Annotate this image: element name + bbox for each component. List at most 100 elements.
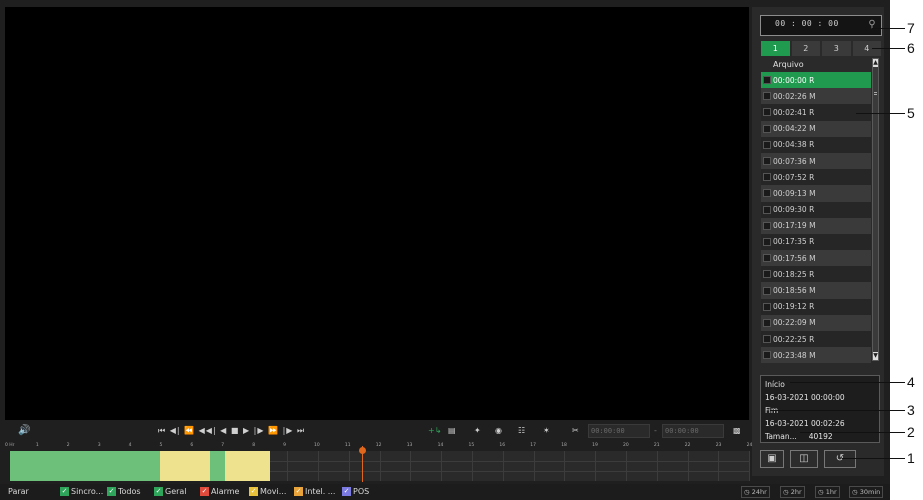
snapshot-list-icon[interactable]: ▤: [448, 424, 456, 438]
ruler-tick-label: 17: [530, 443, 537, 448]
file-list-item[interactable]: 00:02:41 R: [761, 104, 871, 121]
ruler-tick-label: 22: [684, 443, 691, 448]
file-checkbox[interactable]: [763, 205, 771, 214]
file-checkbox[interactable]: [763, 189, 771, 198]
check-icon[interactable]: ✓: [154, 487, 163, 496]
scroll-up-icon[interactable]: ▲: [873, 59, 878, 67]
smart-search-icon[interactable]: ☷: [518, 424, 525, 438]
callout-number: 2: [907, 424, 915, 440]
check-icon[interactable]: ✓: [342, 487, 351, 496]
clip-start-time[interactable]: 00:00:00: [588, 424, 650, 438]
timeline-gridline: [564, 451, 566, 481]
file-checkbox[interactable]: [763, 318, 771, 327]
legend-filter[interactable]: ✓ Movi...: [249, 486, 286, 497]
recording-segment: [10, 451, 160, 481]
zoom-button[interactable]: ◷ 1hr: [815, 486, 840, 498]
scroll-down-icon[interactable]: ▼: [873, 352, 878, 360]
back-button[interactable]: ↺: [824, 450, 856, 468]
zoom-button[interactable]: ◷ 30min: [849, 486, 884, 498]
legend-filter[interactable]: ✓ POS: [342, 486, 369, 497]
file-checkbox[interactable]: [763, 237, 771, 246]
file-list-item[interactable]: 00:07:36 M: [761, 152, 871, 170]
stop-label[interactable]: Parar: [8, 486, 29, 497]
file-checkbox[interactable]: [763, 335, 771, 344]
zoom-button[interactable]: ◷ 24hr: [741, 486, 770, 498]
file-list-item[interactable]: 00:09:13 M: [761, 185, 871, 202]
legend-filter[interactable]: ✓ Todos: [107, 486, 141, 497]
file-list-item[interactable]: 00:18:25 R: [761, 266, 871, 283]
legend-filter[interactable]: ✓ Sincro...: [60, 486, 103, 497]
tab-3[interactable]: 3: [822, 41, 851, 56]
callout-line: [872, 28, 905, 29]
file-list-item[interactable]: 00:19:12 R: [761, 298, 871, 315]
clip-end-time[interactable]: 00:00:00: [662, 424, 724, 438]
check-icon[interactable]: ✓: [107, 487, 116, 496]
legend-filter-label: Todos: [118, 487, 141, 496]
backup-icon: ◫: [799, 453, 809, 464]
file-list-item[interactable]: 00:18:56 M: [761, 282, 871, 299]
file-list-item[interactable]: 00:17:35 R: [761, 233, 871, 251]
file-list-item[interactable]: 00:22:09 M: [761, 314, 871, 331]
timeline-cursor-handle[interactable]: [359, 447, 366, 454]
file-list-item[interactable]: 00:04:22 M: [761, 120, 871, 137]
backup-button[interactable]: ◫: [790, 450, 818, 468]
tab-1[interactable]: 1: [761, 41, 790, 56]
camera-icon[interactable]: ◉: [495, 424, 502, 438]
ruler-tick-label: 18: [561, 443, 567, 448]
video-viewport[interactable]: [5, 7, 749, 420]
file-checkbox[interactable]: [763, 286, 771, 295]
file-checkbox[interactable]: [763, 76, 771, 85]
timeline-gridline: [749, 451, 751, 481]
file-time-label: 00:23:48 M: [773, 350, 816, 360]
file-checkbox[interactable]: [763, 157, 771, 166]
cut-icon[interactable]: ✂: [572, 424, 579, 438]
check-icon[interactable]: ✓: [200, 487, 209, 496]
file-time-label: 00:17:19 M: [773, 221, 816, 231]
search-icon[interactable]: ⚲: [866, 19, 878, 31]
file-list[interactable]: 00:00:00 R 00:02:26 M 00:02:41 R 00:04:22 M…: [761, 72, 871, 364]
file-checkbox[interactable]: [763, 270, 771, 279]
file-list-item[interactable]: 00:22:25 R: [761, 331, 871, 348]
file-list-item[interactable]: 00:00:00 R: [761, 72, 871, 89]
zoom-button[interactable]: ◷ 2hr: [780, 486, 805, 498]
file-checkbox[interactable]: [763, 254, 771, 263]
file-list-item[interactable]: 00:17:56 M: [761, 250, 871, 267]
tag-icon[interactable]: ✦: [474, 424, 481, 438]
timeline[interactable]: [10, 451, 751, 481]
time-search-field[interactable]: 00 : 00 : 00 ⚲: [760, 15, 882, 36]
save-icon[interactable]: ▩: [733, 424, 741, 438]
callout-number: 7: [907, 20, 915, 36]
file-list-item[interactable]: 00:04:38 R: [761, 136, 871, 153]
file-list-item[interactable]: 00:23:48 M: [761, 347, 871, 364]
scroll-grip[interactable]: [874, 92, 877, 95]
file-checkbox[interactable]: [763, 92, 771, 101]
file-checkbox[interactable]: [763, 173, 771, 182]
legend-filter-label: Movi...: [260, 487, 287, 496]
file-checkbox[interactable]: [763, 302, 771, 311]
legend-filter[interactable]: ✓ Intel. ...: [294, 486, 335, 497]
check-icon[interactable]: ✓: [294, 487, 303, 496]
file-list-item[interactable]: 00:02:26 M: [761, 88, 871, 105]
file-checkbox[interactable]: [763, 221, 771, 230]
file-list-item[interactable]: 00:07:52 R: [761, 169, 871, 186]
ruler-tick-label: 2: [66, 443, 70, 448]
file-list-item[interactable]: 00:17:19 M: [761, 217, 871, 234]
file-checkbox[interactable]: [763, 108, 771, 117]
time-search-value[interactable]: 00 : 00 : 00: [775, 19, 839, 28]
legend-filter[interactable]: ✓ Alarme: [200, 486, 239, 497]
file-checkbox[interactable]: [763, 124, 771, 133]
legend-filter[interactable]: ✓ Geral: [154, 486, 187, 497]
file-list-scrollbar[interactable]: ▲ ▼: [872, 58, 879, 361]
volume-icon[interactable]: 🔊: [18, 424, 30, 438]
file-time-label: 00:02:26 M: [773, 91, 816, 101]
lock-button[interactable]: ▣: [760, 450, 784, 468]
tab-2[interactable]: 2: [791, 41, 820, 56]
file-list-item[interactable]: 00:09:30 R: [761, 201, 871, 218]
playback-buttons[interactable]: ⏮ ◀| ⏪ ◀◀| ◀ ■ ▶ |▶ ⏩ |▶ ⏭: [158, 424, 305, 438]
check-icon[interactable]: ✓: [249, 487, 258, 496]
file-checkbox[interactable]: [763, 140, 771, 149]
file-checkbox[interactable]: [763, 351, 771, 360]
check-icon[interactable]: ✓: [60, 487, 69, 496]
person-icon[interactable]: ✶: [543, 424, 550, 438]
clip-add-icon[interactable]: +↳: [428, 424, 441, 438]
